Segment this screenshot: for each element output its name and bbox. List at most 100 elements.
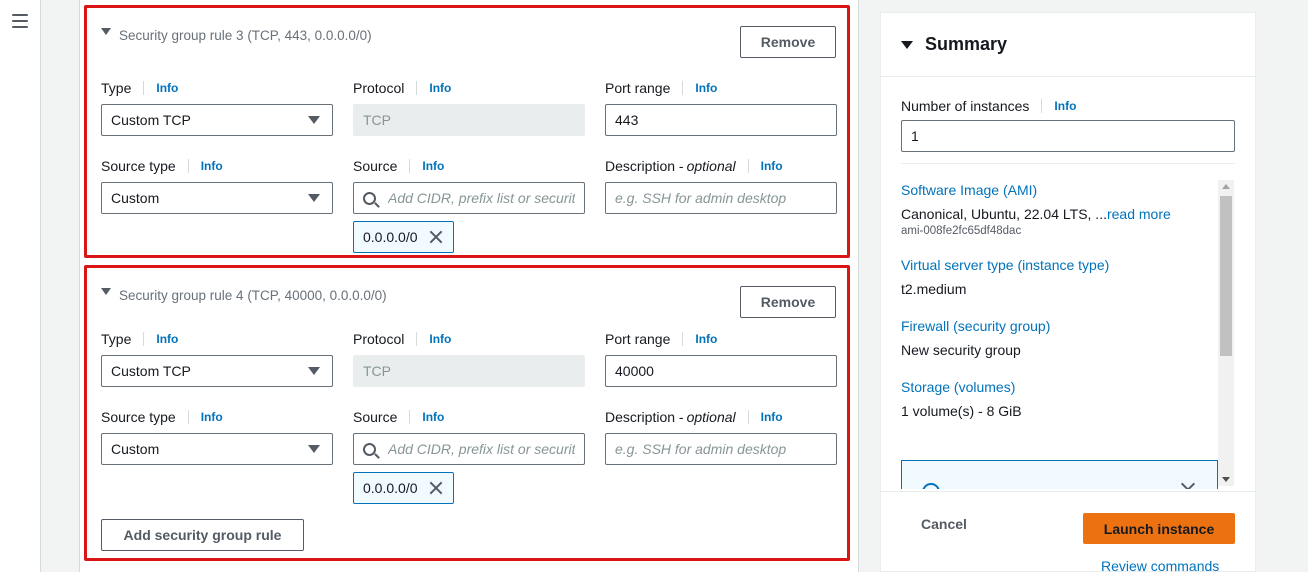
firewall-value: New security group	[901, 342, 1021, 358]
type-label: Type	[101, 80, 132, 96]
instances-label: Number of instances	[901, 98, 1030, 114]
caret-down-icon[interactable]	[901, 40, 913, 49]
protocol-field: Protocol Info TCP	[353, 79, 585, 136]
read-more-link[interactable]: read more	[1107, 206, 1171, 222]
port-range-label: Port range	[605, 80, 671, 96]
protocol-input: TCP	[353, 355, 585, 387]
type-select[interactable]: Custom TCP	[101, 355, 333, 387]
source-type-value: Custom	[111, 441, 160, 457]
description-input[interactable]: e.g. SSH for admin desktop	[605, 182, 837, 214]
cidr-token-value: 0.0.0.0/0	[363, 480, 418, 496]
type-field: Type Info Custom TCP	[101, 330, 333, 387]
remove-rule-button[interactable]: Remove	[740, 286, 836, 318]
source-type-select[interactable]: Custom	[101, 182, 333, 214]
info-link[interactable]: Info	[143, 332, 178, 346]
rule-header[interactable]: Security group rule 3 (TCP, 443, 0.0.0.0…	[101, 28, 372, 43]
source-field: Source Info Add CIDR, prefix list or secu…	[353, 157, 585, 214]
optional-label: optional	[686, 158, 736, 174]
description-label: Description -	[605, 158, 684, 174]
app-window: Security group rule 3 (TCP, 443, 0.0.0.0…	[0, 0, 1308, 572]
instance-type-value: t2.medium	[901, 281, 967, 297]
source-label: Source	[353, 409, 398, 425]
source-search-input[interactable]: Add CIDR, prefix list or security	[353, 182, 585, 214]
scroll-down-arrow-icon[interactable]	[1222, 477, 1230, 482]
ami-link[interactable]: Software Image (AMI)	[901, 181, 1231, 199]
info-link[interactable]: Info	[416, 81, 451, 95]
close-icon[interactable]	[428, 480, 444, 496]
info-link[interactable]: Info	[747, 410, 783, 424]
optional-label: optional	[686, 409, 736, 425]
ami-id: ami-008fe2fc65df48dac	[901, 225, 1022, 237]
source-field: Source Info Add CIDR, prefix list or secu…	[353, 408, 585, 465]
info-link[interactable]: Info	[747, 159, 783, 173]
info-link[interactable]: Info	[187, 159, 223, 173]
info-link[interactable]: Info	[143, 81, 178, 95]
info-link[interactable]: Info	[187, 410, 223, 424]
menu-icon[interactable]	[12, 14, 28, 28]
instances-value: 1	[911, 128, 919, 144]
description-placeholder: e.g. SSH for admin desktop	[615, 190, 787, 206]
summary-header[interactable]: Summary	[881, 13, 1255, 77]
protocol-label: Protocol	[353, 331, 405, 347]
summary-storage: Storage (volumes) 1 volume(s) - 8 GiB	[901, 378, 1231, 420]
caret-down-icon	[308, 445, 320, 453]
scroll-up-arrow-icon[interactable]	[1222, 184, 1230, 189]
instance-type-link[interactable]: Virtual server type (instance type)	[901, 256, 1231, 274]
summary-firewall: Firewall (security group) New security g…	[901, 317, 1231, 359]
chevron-down-icon[interactable]	[1180, 476, 1196, 489]
source-search-input[interactable]: Add CIDR, prefix list or security	[353, 433, 585, 465]
number-of-instances-input[interactable]: 1	[901, 120, 1235, 152]
free-tier-alert	[901, 460, 1218, 489]
caret-down-icon	[308, 194, 320, 202]
nav-rail	[0, 0, 41, 572]
cidr-token: 0.0.0.0/0	[353, 472, 454, 504]
divider	[901, 163, 1235, 164]
info-link[interactable]: Info	[416, 332, 451, 346]
source-type-field: Source type Info Custom	[101, 408, 333, 465]
close-icon[interactable]	[428, 229, 444, 245]
summary-ami: Software Image (AMI) Canonical, Ubuntu, …	[901, 181, 1231, 237]
search-icon	[363, 442, 376, 456]
review-commands-link[interactable]: Review commands	[1101, 558, 1219, 572]
type-field: Type Info Custom TCP	[101, 79, 333, 136]
caret-down-icon[interactable]	[101, 288, 111, 295]
port-range-input[interactable]: 443	[605, 104, 837, 136]
rule-title: Security group rule 3 (TCP, 443, 0.0.0.0…	[119, 28, 372, 43]
info-link[interactable]: Info	[1041, 99, 1076, 113]
port-range-input[interactable]: 40000	[605, 355, 837, 387]
caret-down-icon	[308, 116, 320, 124]
info-link[interactable]: Info	[682, 81, 717, 95]
scrollbar-thumb[interactable]	[1220, 196, 1232, 356]
add-security-group-rule-button[interactable]: Add security group rule	[101, 519, 304, 551]
type-select-value: Custom TCP	[111, 112, 191, 128]
rule-header[interactable]: Security group rule 4 (TCP, 40000, 0.0.0…	[101, 288, 387, 303]
info-link[interactable]: Info	[409, 410, 444, 424]
remove-rule-button[interactable]: Remove	[740, 26, 836, 58]
type-select[interactable]: Custom TCP	[101, 104, 333, 136]
description-input[interactable]: e.g. SSH for admin desktop	[605, 433, 837, 465]
firewall-link[interactable]: Firewall (security group)	[901, 317, 1231, 335]
description-placeholder: e.g. SSH for admin desktop	[615, 441, 787, 457]
summary-scrollbar[interactable]	[1218, 180, 1234, 486]
port-range-value: 443	[615, 112, 639, 128]
storage-value: 1 volume(s) - 8 GiB	[901, 403, 1022, 419]
summary-panel: Summary Number of instances Info 1 Softwa…	[880, 12, 1256, 572]
description-field: Description - optional Info e.g. SSH for a…	[605, 408, 837, 465]
launch-instance-button[interactable]: Launch instance	[1083, 513, 1235, 544]
storage-link[interactable]: Storage (volumes)	[901, 378, 1231, 396]
caret-down-icon[interactable]	[101, 28, 111, 35]
description-field: Description - optional Info e.g. SSH for a…	[605, 157, 837, 214]
source-type-select[interactable]: Custom	[101, 433, 333, 465]
info-link[interactable]: Info	[682, 332, 717, 346]
source-placeholder: Add CIDR, prefix list or security	[388, 441, 575, 457]
source-type-label: Source type	[101, 409, 176, 425]
cancel-button[interactable]: Cancel	[921, 516, 967, 532]
port-range-field: Port range Info 40000	[605, 330, 837, 387]
port-range-value: 40000	[615, 363, 654, 379]
description-label: Description -	[605, 409, 684, 425]
info-link[interactable]: Info	[409, 159, 444, 173]
type-label: Type	[101, 331, 132, 347]
source-type-value: Custom	[111, 190, 160, 206]
source-label: Source	[353, 158, 398, 174]
source-type-field: Source type Info Custom	[101, 157, 333, 214]
